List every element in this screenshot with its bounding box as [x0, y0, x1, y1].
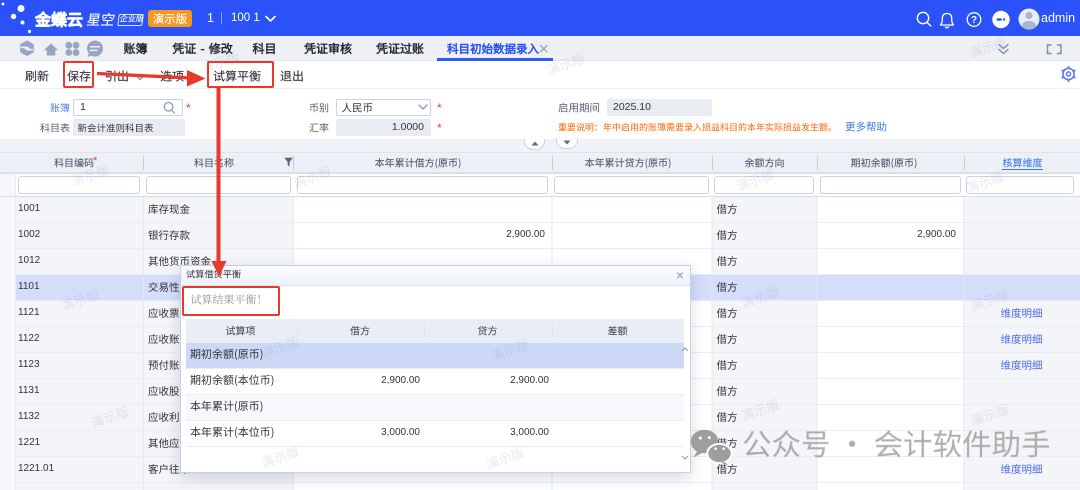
svg-text:?: ?: [971, 15, 977, 26]
